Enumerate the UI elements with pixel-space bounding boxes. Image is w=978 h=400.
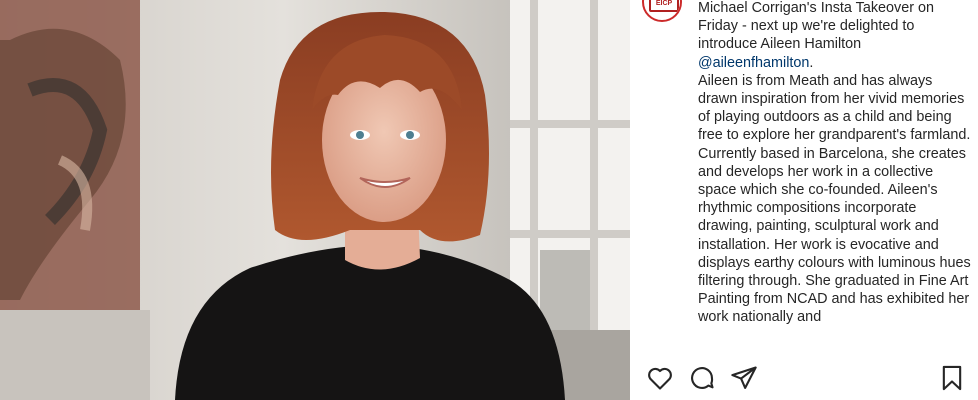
caption-body: Aileen is from Meath and has always draw… bbox=[698, 72, 971, 326]
share-button[interactable] bbox=[730, 364, 758, 392]
portrait-photo bbox=[0, 0, 630, 400]
logo-icon: EICP bbox=[649, 0, 679, 12]
comment-button[interactable] bbox=[688, 364, 716, 392]
caption-intro: Michael Corrigan's Insta Takeover on Fri… bbox=[698, 0, 974, 72]
like-button[interactable] bbox=[646, 364, 674, 392]
post-caption: Michael Corrigan's Insta Takeover on Fri… bbox=[698, 0, 974, 327]
mention-link[interactable]: @aileenfhamilton bbox=[698, 55, 809, 71]
share-icon bbox=[731, 366, 757, 389]
caption-intro-text: Michael Corrigan's Insta Takeover on Fri… bbox=[698, 0, 935, 53]
caption-mention-suffix: . bbox=[809, 54, 814, 71]
post-image[interactable] bbox=[0, 0, 630, 400]
post-actions-bar bbox=[630, 352, 978, 400]
post-side-panel: EICP Michael Corrigan's Insta Takeover o… bbox=[630, 0, 978, 400]
author-avatar[interactable]: EICP bbox=[642, 0, 682, 22]
heart-icon bbox=[648, 367, 672, 390]
comment-icon bbox=[691, 367, 714, 389]
bookmark-icon bbox=[942, 365, 962, 391]
save-button[interactable] bbox=[938, 364, 966, 392]
